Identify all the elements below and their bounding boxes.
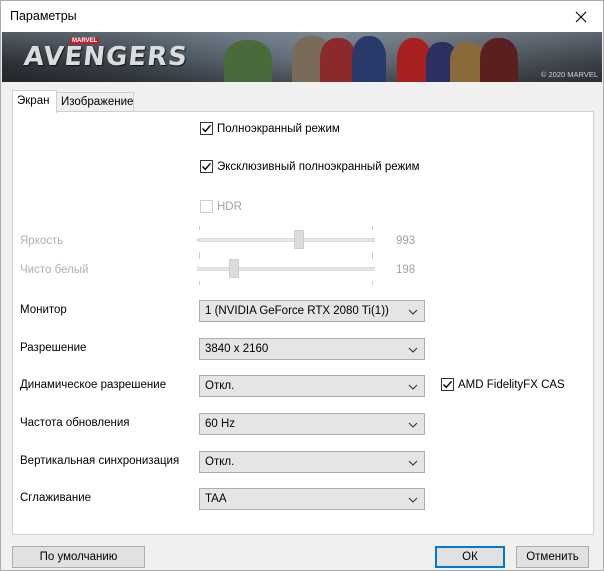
fidelityfx-cas-checkbox[interactable]: AMD FidelityFX CAS	[441, 378, 565, 391]
pure-white-value: 198	[396, 264, 416, 276]
dynamic-resolution-label: Динамическое разрешение	[20, 379, 167, 391]
checkmark-icon	[202, 124, 212, 133]
cancel-button[interactable]: Отменить	[516, 546, 589, 568]
brightness-slider[interactable]	[197, 226, 375, 256]
screen-settings-panel: Полноэкранный режим Эксклюзивный полноэк…	[12, 111, 594, 535]
close-button[interactable]	[559, 1, 603, 32]
dynamic-resolution-select[interactable]: Откл.	[199, 375, 425, 397]
avengers-logo: AVENGERS	[22, 42, 190, 72]
monitor-select[interactable]: 1 (NVIDIA GeForce RTX 2080 Ti(1))	[199, 300, 425, 322]
antialiasing-select[interactable]: TAA	[199, 488, 425, 510]
brightness-value: 993	[396, 235, 416, 247]
resolution-value: 3840 x 2160	[205, 343, 269, 355]
vsync-select[interactable]: Откл.	[199, 451, 425, 473]
exclusive-fullscreen-checkbox[interactable]: Эксклюзивный полноэкранный режим	[200, 160, 420, 173]
resolution-select[interactable]: 3840 x 2160	[199, 338, 425, 360]
copyright-text: © 2020 MARVEL	[540, 70, 598, 79]
pure-white-slider-thumb[interactable]	[229, 259, 239, 278]
antialiasing-label: Сглаживание	[20, 492, 92, 504]
vsync-value: Откл.	[205, 456, 235, 468]
chevron-down-icon	[408, 497, 418, 503]
title-bar: Параметры	[1, 1, 603, 32]
close-icon	[575, 11, 587, 22]
ok-button[interactable]: ОК	[435, 546, 505, 568]
refresh-rate-label: Частота обновления	[20, 417, 130, 429]
chevron-down-icon	[408, 309, 418, 315]
window-title: Параметры	[10, 9, 77, 23]
monitor-label: Монитор	[20, 304, 67, 316]
game-banner: MARVEL AVENGERS © 2020 MARVEL	[2, 32, 602, 82]
chevron-down-icon	[408, 384, 418, 390]
fullscreen-label: Полноэкранный режим	[217, 122, 340, 135]
restore-defaults-button[interactable]: По умолчанию	[12, 546, 145, 568]
checkmark-icon	[202, 162, 212, 171]
brightness-slider-thumb[interactable]	[294, 230, 304, 249]
antialiasing-value: TAA	[205, 493, 227, 505]
exclusive-fullscreen-label: Эксклюзивный полноэкранный режим	[217, 160, 420, 173]
vsync-label: Вертикальная синхронизация	[20, 455, 180, 467]
fullscreen-checkbox[interactable]: Полноэкранный режим	[200, 122, 340, 135]
settings-window: Параметры MARVEL AVENGERS © 2020 MARVEL …	[0, 0, 604, 571]
resolution-label: Разрешение	[20, 342, 87, 354]
monitor-value: 1 (NVIDIA GeForce RTX 2080 Ti(1))	[205, 305, 389, 317]
tab-image[interactable]: Изображение	[56, 92, 134, 112]
hdr-checkbox[interactable]: HDR	[200, 200, 242, 213]
chevron-down-icon	[408, 347, 418, 353]
checkmark-icon	[443, 380, 453, 389]
brightness-label: Яркость	[20, 235, 64, 247]
dynamic-resolution-value: Откл.	[205, 380, 235, 392]
pure-white-slider[interactable]	[197, 255, 375, 285]
chevron-down-icon	[408, 460, 418, 466]
chevron-down-icon	[408, 422, 418, 428]
hdr-label: HDR	[217, 200, 242, 213]
fidelityfx-cas-label: AMD FidelityFX CAS	[458, 378, 565, 391]
refresh-rate-select[interactable]: 60 Hz	[199, 413, 425, 435]
tab-screen[interactable]: Экран	[12, 90, 57, 113]
refresh-rate-value: 60 Hz	[205, 418, 236, 430]
pure-white-label: Чисто белый	[20, 264, 89, 276]
